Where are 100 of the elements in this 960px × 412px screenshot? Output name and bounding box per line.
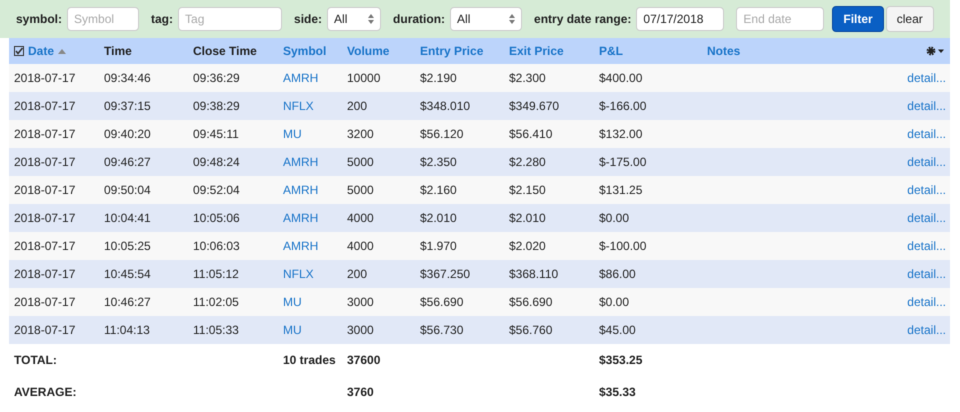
table-cell: 10:45:54 [104, 267, 151, 281]
filter-button[interactable]: Filter [832, 6, 884, 32]
table-cell: $2.280 [509, 155, 546, 169]
filter-label: entry date range: [534, 11, 632, 28]
table-cell: 3000 [347, 323, 374, 337]
text-field[interactable]: End date [736, 7, 824, 31]
column-sort-link[interactable]: P&L [599, 42, 623, 60]
table-cell: 2018-07-17 [14, 295, 76, 309]
table-cell: $56.410 [509, 127, 552, 141]
table-cell: $0.00 [599, 211, 630, 225]
column-sort-link[interactable]: Exit Price [509, 42, 564, 60]
detail-link[interactable]: detail... [907, 237, 946, 255]
footer-label: TOTAL: [14, 353, 57, 367]
table-cell: 2018-07-17 [14, 211, 76, 225]
table-cell: $1.970 [420, 239, 457, 253]
select-field[interactable]: All [327, 7, 382, 31]
ticker-link[interactable]: MU [283, 127, 302, 141]
table-cell: $56.730 [420, 323, 464, 337]
table-cell: $-166.00 [599, 99, 646, 113]
table-cell: 2018-07-17 [14, 239, 76, 253]
table-cell: 09:37:15 [104, 99, 151, 113]
detail-link[interactable]: detail... [907, 97, 946, 115]
table-cell: $0.00 [599, 295, 630, 309]
table-cell: 3000 [347, 295, 374, 309]
table-cell: 09:52:04 [193, 183, 240, 197]
table-cell: 10:05:06 [193, 211, 240, 225]
table-cell: $2.150 [509, 183, 546, 197]
table-cell: $132.00 [599, 127, 642, 141]
table-cell: $45.00 [599, 323, 636, 337]
table-cell: $367.250 [420, 267, 470, 281]
table-cell: $-100.00 [599, 239, 646, 253]
text-field[interactable]: 07/17/2018 [636, 7, 724, 31]
filter-label: tag: [151, 11, 174, 28]
table-cell: 2018-07-17 [14, 127, 76, 141]
text-field[interactable]: Symbol [67, 7, 140, 31]
table-cell: 4000 [347, 239, 374, 253]
table-cell: $368.110 [509, 267, 558, 281]
pnl-summary: $353.25 [599, 353, 642, 367]
detail-link[interactable]: detail... [907, 265, 946, 283]
table-cell: $86.00 [599, 267, 636, 281]
table-cell: 10:46:27 [104, 295, 151, 309]
stepper-icon [509, 14, 516, 24]
table-cell: $400.00 [599, 71, 642, 85]
ticker-link[interactable]: AMRH [283, 71, 318, 85]
table-cell: 200 [347, 267, 368, 281]
detail-link[interactable]: detail... [907, 153, 946, 171]
detail-link[interactable]: detail... [907, 125, 946, 143]
text-field[interactable]: Tag [178, 7, 282, 31]
table-cell: 11:04:13 [104, 323, 150, 337]
column-sort-link[interactable]: Date [28, 42, 54, 60]
detail-link[interactable]: detail... [907, 321, 946, 339]
table-cell: 2018-07-17 [14, 71, 76, 85]
table-cell: $56.690 [509, 295, 552, 309]
detail-link[interactable]: detail... [907, 293, 946, 311]
column-header: Close Time [193, 43, 257, 60]
ticker-link[interactable]: MU [283, 295, 302, 309]
detail-link[interactable]: detail... [907, 209, 946, 227]
select-field[interactable]: All [450, 7, 522, 31]
column-sort-link[interactable]: Symbol [283, 42, 326, 60]
ticker-link[interactable]: NFLX [283, 267, 314, 281]
table-cell: $2.020 [509, 239, 546, 253]
table-cell: 11:02:05 [193, 295, 239, 309]
ticker-link[interactable]: NFLX [283, 99, 314, 113]
column-sort-link[interactable]: Entry Price [420, 42, 484, 60]
footer-label: AVERAGE: [14, 385, 76, 399]
table-cell: 2018-07-17 [14, 183, 76, 197]
ticker-link[interactable]: MU [283, 323, 302, 337]
table-cell: $2.010 [509, 211, 546, 225]
ticker-link[interactable]: AMRH [283, 239, 318, 253]
column-sort-link[interactable]: Notes [707, 42, 740, 60]
table-cell: 200 [347, 99, 368, 113]
table-cell: 09:36:29 [193, 71, 240, 85]
volume-summary: 37600 [347, 353, 380, 367]
column-sort-link[interactable]: Volume [347, 42, 390, 60]
clear-button[interactable]: clear [886, 6, 934, 32]
filter-label: symbol: [16, 11, 62, 28]
ticker-link[interactable]: AMRH [283, 211, 318, 225]
ticker-link[interactable]: AMRH [283, 183, 318, 197]
settings-icon[interactable] [926, 46, 946, 56]
table-cell: 2018-07-17 [14, 155, 76, 169]
ticker-link[interactable]: AMRH [283, 155, 318, 169]
table-cell: 09:46:27 [104, 155, 151, 169]
table-cell: $2.010 [420, 211, 457, 225]
detail-link[interactable]: detail... [907, 69, 946, 87]
detail-link[interactable]: detail... [907, 181, 946, 199]
table-cell: 09:34:46 [104, 71, 151, 85]
table-cell: $349.670 [509, 99, 560, 113]
table-cell: $2.190 [420, 71, 457, 85]
table-cell: $2.350 [420, 155, 457, 169]
table-cell: $2.160 [420, 183, 457, 197]
table-cell: 2018-07-17 [14, 323, 76, 337]
table-cell: 5000 [347, 183, 374, 197]
volume-summary: 3760 [347, 385, 374, 399]
table-cell: 5000 [347, 155, 374, 169]
stepper-icon [368, 14, 374, 24]
checkbox-icon[interactable] [14, 46, 24, 56]
trade-count: 10 trades [283, 353, 336, 367]
filter-label: duration: [393, 11, 446, 28]
table-cell: 11:05:33 [193, 323, 239, 337]
table-cell: $131.25 [599, 183, 642, 197]
